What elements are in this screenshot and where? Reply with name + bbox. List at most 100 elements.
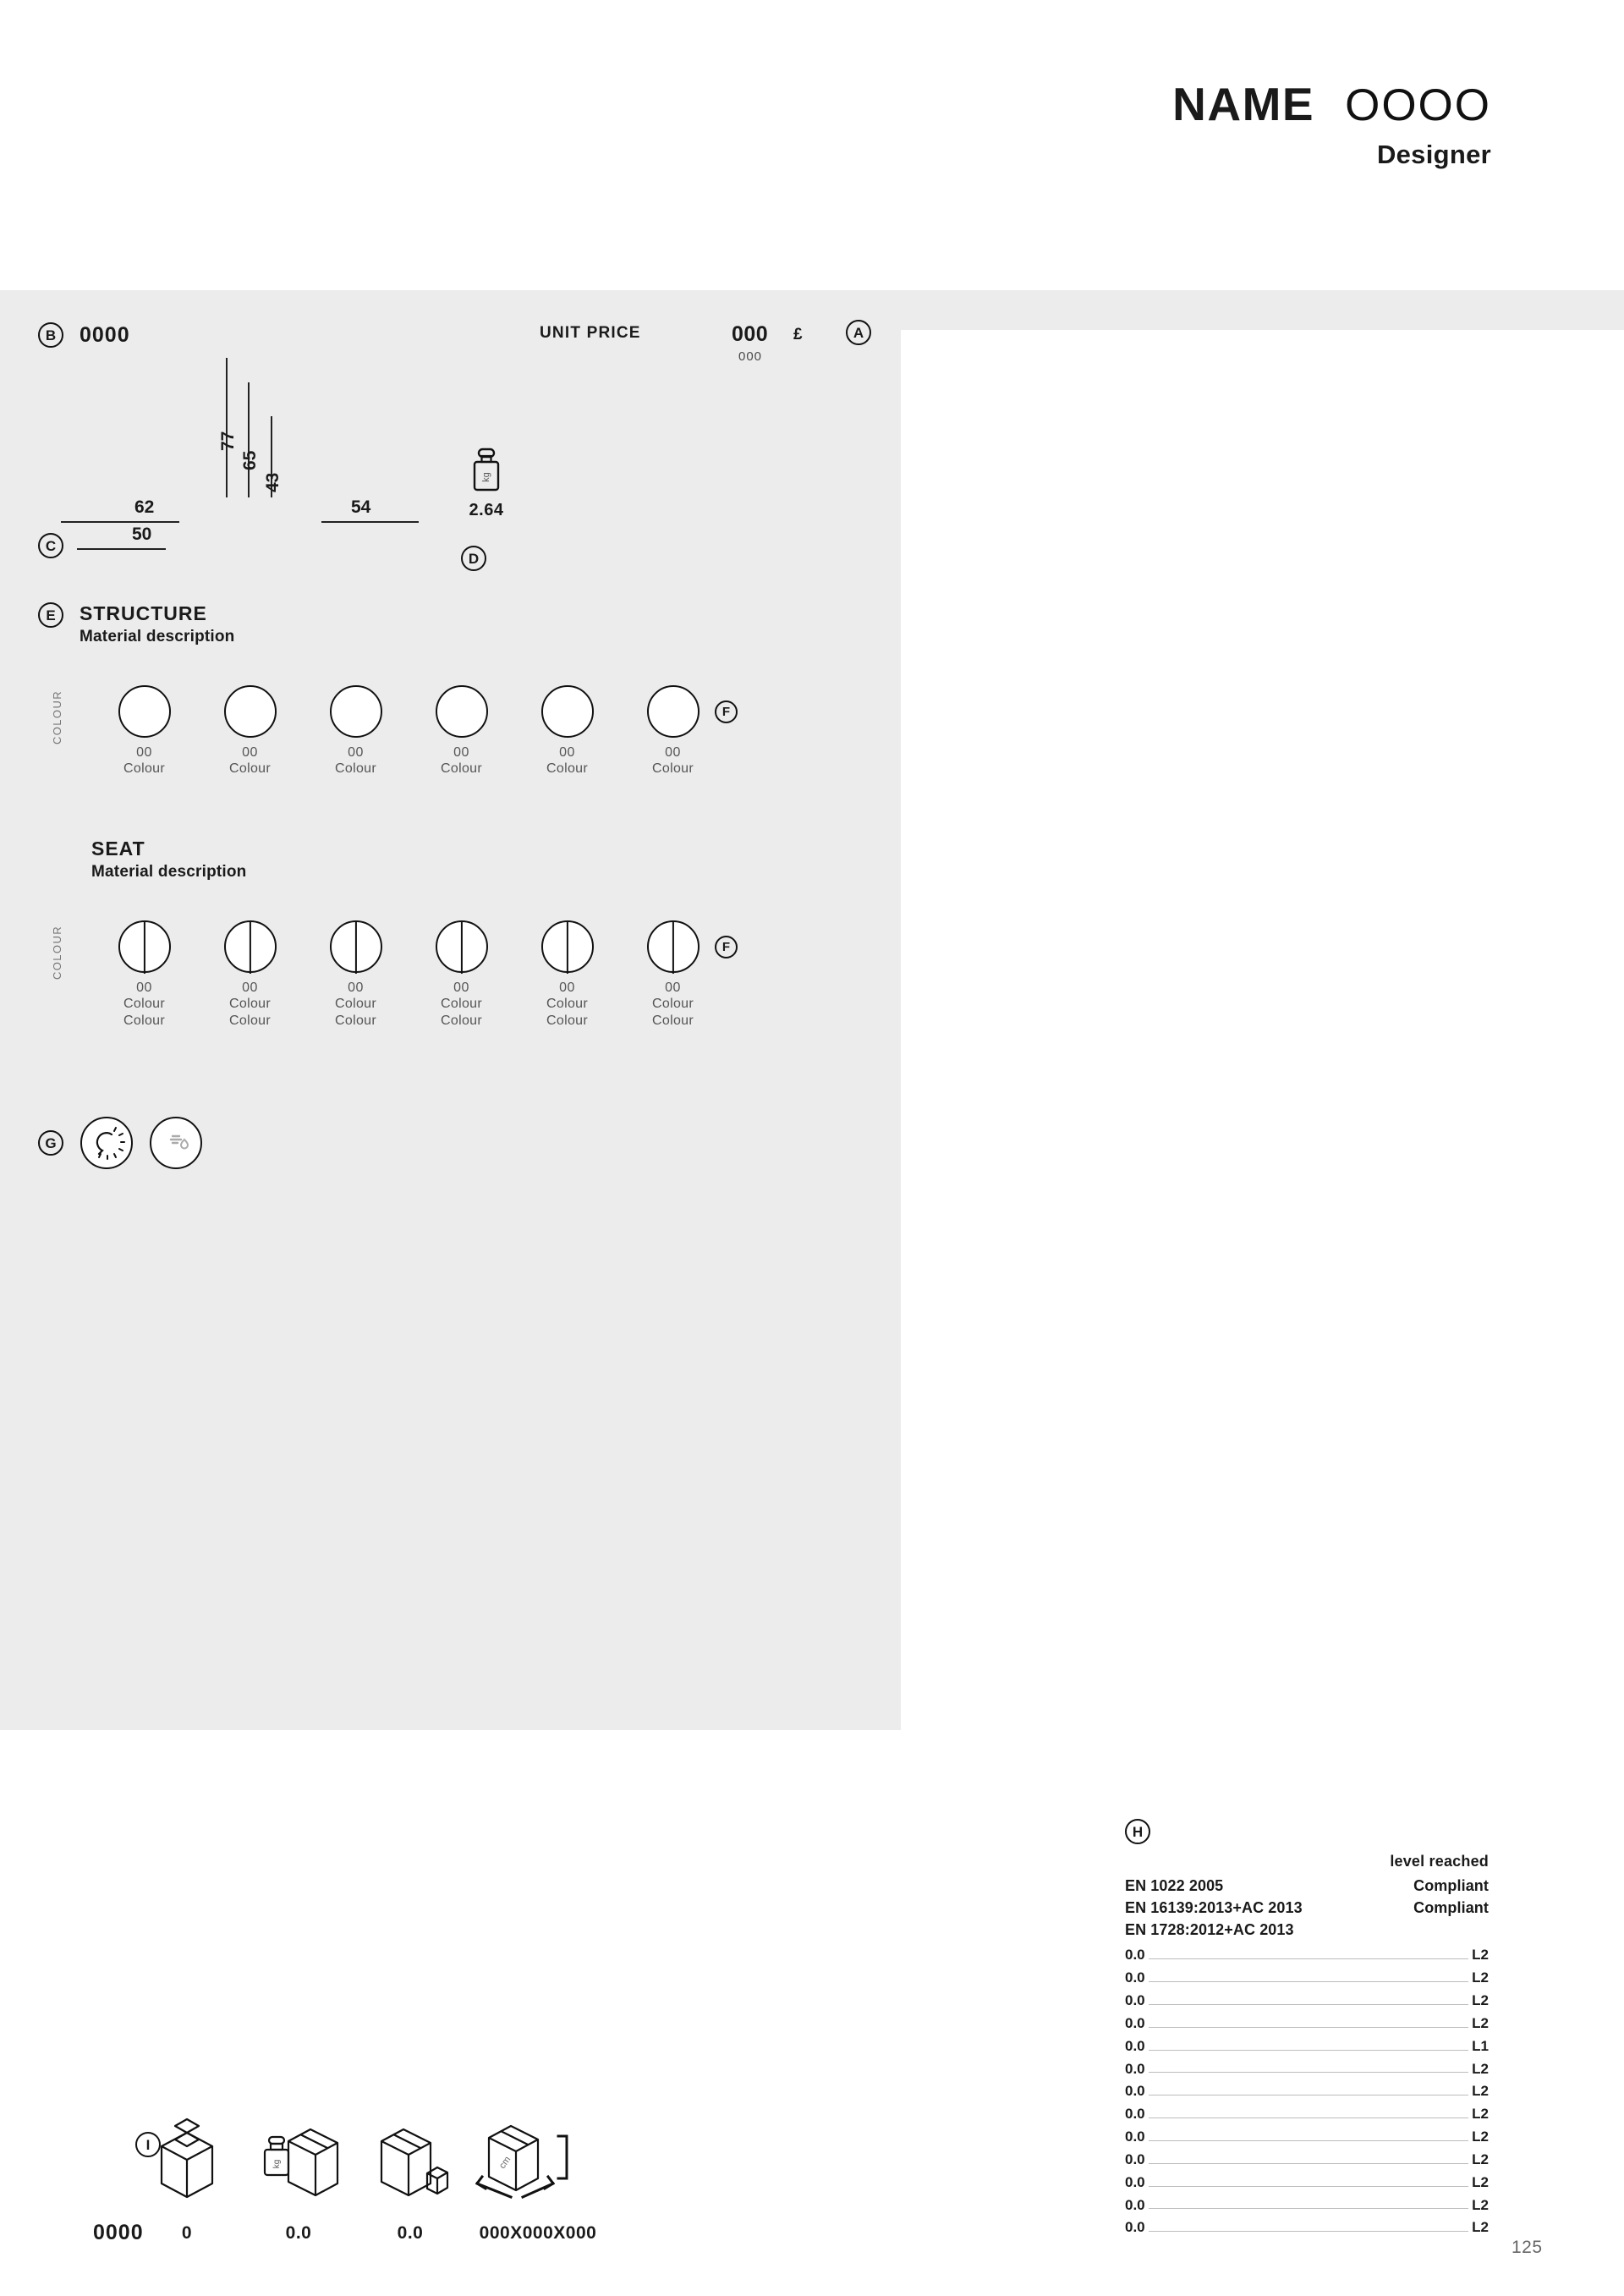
leader-rule <box>1148 2049 1469 2051</box>
test-row: 0.0 L2 <box>1125 2061 1489 2078</box>
structure-title: STRUCTURE <box>80 602 207 624</box>
swatch-name-2: Colour <box>652 1013 694 1028</box>
test-value: 0.0 <box>1125 1969 1145 1986</box>
badge-g: G <box>38 1130 63 1156</box>
test-row: 0.0 L2 <box>1125 2220 1489 2236</box>
leader-rule <box>1148 2003 1469 2005</box>
svg-text:cm: cm <box>497 2155 513 2171</box>
open-box-icon <box>160 2117 214 2199</box>
swatch-code: 00 <box>136 980 152 995</box>
dimension-label-43: 43 <box>263 472 283 492</box>
test-row: 0.0 L2 <box>1125 2014 1489 2032</box>
colour-split-circle-icon[interactable] <box>329 920 382 973</box>
product-name: NAME <box>1172 78 1315 130</box>
packaging-value: 0.0 <box>397 2223 424 2243</box>
page-header: NAME OOOO Designer <box>0 0 1624 290</box>
weight-value: 2.64 <box>469 501 504 519</box>
leader-rule <box>1148 2208 1469 2210</box>
swatch-name-1: Colour <box>335 997 376 1011</box>
colour-split-circle-icon[interactable] <box>646 920 700 973</box>
structure-swatch[interactable]: 00 Colour <box>620 685 726 777</box>
sun-icon[interactable] <box>80 1117 133 1169</box>
colour-circle-icon[interactable] <box>646 685 700 738</box>
colour-circle-icon[interactable] <box>435 685 488 738</box>
dimension-line-50 <box>77 548 166 551</box>
standard-name: EN 1728:2012+AC 2013 <box>1125 1921 1294 1939</box>
test-row: 0.0 L2 <box>1125 2106 1489 2123</box>
dimension-label-50: 50 <box>132 525 152 544</box>
dimension-line-height-65 <box>248 382 250 497</box>
swatch-name: Colour <box>335 761 376 776</box>
test-value: 0.0 <box>1125 2219 1145 2236</box>
weight-unit-text: kg <box>481 472 491 482</box>
colour-circle-icon[interactable] <box>223 685 277 738</box>
structure-swatch[interactable]: 00 Colour <box>91 685 197 777</box>
structure-swatch[interactable]: 00 Colour <box>303 685 409 777</box>
header-title-block: NAME OOOO Designer <box>1172 81 1491 170</box>
badge-c: C <box>38 533 63 558</box>
structure-swatch[interactable]: 00 Colour <box>197 685 303 777</box>
swatch-name-1: Colour <box>546 997 588 1011</box>
test-level: L2 <box>1472 2014 1489 2031</box>
colour-circle-icon[interactable] <box>118 685 171 738</box>
badge-f-seat: F <box>715 936 738 958</box>
colour-split-circle-icon[interactable] <box>540 920 594 973</box>
catalogue-page: NAME OOOO Designer B 0000 UNIT PRICE 000… <box>0 0 1624 2296</box>
box-weight-icon: kg <box>263 2128 339 2197</box>
seat-swatch[interactable]: 00 Colour Colour <box>303 920 409 1029</box>
unit-price-value: 000 <box>732 322 769 346</box>
test-level: L2 <box>1472 2173 1489 2190</box>
feature-icons-row: G <box>38 1117 202 1169</box>
structure-swatch[interactable]: 00 Colour <box>409 685 514 777</box>
leader-rule <box>1148 2072 1469 2074</box>
swatch-name-2: Colour <box>441 1013 482 1028</box>
test-row: 0.0 L2 <box>1125 1993 1489 2009</box>
weight-block: kg 2.64 <box>453 447 520 520</box>
structure-swatch[interactable]: 00 Colour <box>514 685 620 777</box>
seat-swatch[interactable]: 00 Colour Colour <box>91 920 197 1029</box>
packaging-values: 0 0.0 0.0 000X000X000 <box>131 2223 610 2244</box>
swatch-name: Colour <box>652 761 694 776</box>
test-row: 0.0 L2 <box>1125 1947 1489 1964</box>
colour-circle-icon[interactable] <box>329 685 382 738</box>
box-dimensions-icon: cm <box>475 2124 568 2199</box>
certification-test-list: 0.0 L2 0.0 L2 0.0 L2 0.0 L2 0.0 L1 0.0 L… <box>1125 1947 1489 2236</box>
packaging-value: 0 <box>181 2223 193 2243</box>
leader-rule <box>1148 2185 1469 2187</box>
swatch-name: Colour <box>546 761 588 776</box>
standard-result: Compliant <box>1413 1877 1489 1894</box>
packaging-icon-cell <box>131 2106 243 2200</box>
badge-b: B <box>38 322 63 348</box>
structure-swatch-row: 00 Colour 00 Colour 00 Colour 00 Colour … <box>91 685 726 777</box>
test-value: 0.0 <box>1125 2128 1145 2145</box>
test-value: 0.0 <box>1125 2150 1145 2167</box>
swatch-code: 00 <box>559 745 575 760</box>
packaging-icon-cell: kg <box>243 2106 354 2200</box>
swatch-name-1: Colour <box>441 997 482 1011</box>
colour-circle-icon[interactable] <box>540 685 594 738</box>
dimension-label-62: 62 <box>134 497 155 517</box>
swatch-code: 00 <box>242 745 258 760</box>
colour-split-circle-icon[interactable] <box>435 920 488 973</box>
swatch-code: 00 <box>453 980 469 995</box>
dimension-label-65: 65 <box>240 450 260 470</box>
swatch-code: 00 <box>665 745 681 760</box>
test-value: 0.0 <box>1125 1947 1145 1964</box>
seat-section-header: SEAT Material description <box>91 838 247 882</box>
colour-split-circle-icon[interactable] <box>223 920 277 973</box>
packaging-row: kg cm 0 0.0 0.0 000X000X000 <box>131 2106 610 2244</box>
seat-swatch[interactable]: 00 Colour Colour <box>409 920 514 1029</box>
test-value: 0.0 <box>1125 2196 1145 2213</box>
seat-swatch[interactable]: 00 Colour Colour <box>620 920 726 1029</box>
seat-swatch[interactable]: 00 Colour Colour <box>514 920 620 1029</box>
seat-colour-axis-label: COLOUR <box>51 925 63 980</box>
dimension-label-77: 77 <box>218 431 238 451</box>
leader-rule <box>1148 2026 1469 2028</box>
swatch-name-2: Colour <box>335 1013 376 1028</box>
box-volume-icon <box>380 2128 449 2197</box>
swatch-name-1: Colour <box>123 997 165 1011</box>
colour-split-circle-icon[interactable] <box>118 920 171 973</box>
swatch-name: Colour <box>441 761 482 776</box>
water-drop-icon[interactable] <box>150 1117 202 1169</box>
seat-swatch[interactable]: 00 Colour Colour <box>197 920 303 1029</box>
